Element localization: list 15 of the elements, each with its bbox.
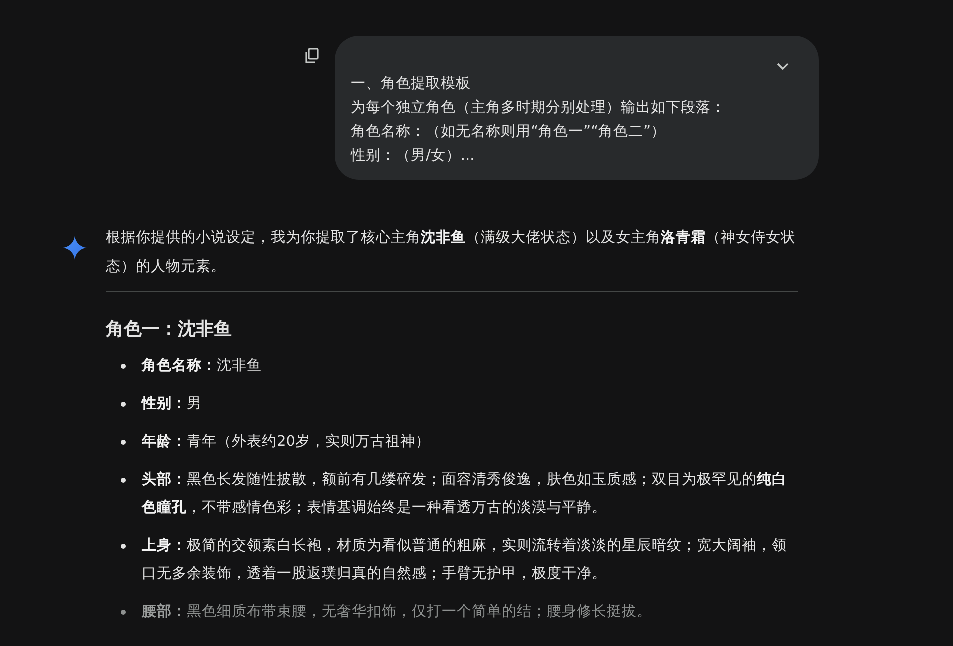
section-heading: 角色一：沈非鱼	[106, 318, 233, 342]
list-item-text: 角色名称：沈非鱼	[142, 357, 262, 376]
list-item-text: 上身：极简的交领素白长袍，材质为看似普通的粗麻，实则流转着淡淡的星辰暗纹；宽大阔袖，领口无多余装饰，透着一股返璞归真的自然感；手臂无护甲，极度干净。	[142, 536, 788, 584]
sparkle-icon	[63, 236, 87, 260]
response-text: 根据你提供的小说设定，我为你提取了核心主角沈非鱼（满级大佬状态）以及女主角洛青霜（神女侍女状态）的人物元素。	[106, 228, 797, 277]
copy-icon[interactable]	[305, 48, 319, 64]
list-item-text: 头部：黑色长发随性披散，额前有几缕碎发；面容清秀俊逸，肤色如玉质感；双目为极罕见的纯白色瞳孔，不带感情色彩；表情基调始终是一种看透万古的淡漠与平静。	[142, 470, 788, 518]
list-item-text: 年龄：青年（外表约20岁，实则万古祖神）	[142, 432, 430, 452]
message-text: 一、角色提取模板	[351, 75, 472, 94]
chevron-icon[interactable]	[777, 63, 789, 71]
message-text: 性别：（男/女）...	[351, 147, 476, 166]
message-text: 为每个独立角色（主角多时期分别处理）输出如下段落：	[351, 98, 727, 118]
list-item-text: 性别：男	[142, 395, 202, 414]
message-text: 角色名称：（如无名称则用“角色一”“角色二”）	[351, 123, 668, 142]
list-item-text: 腰部：黑色细质布带束腰，无奢华扣饰，仅打一个简单的结；腰身修长挺拔。	[142, 602, 652, 622]
